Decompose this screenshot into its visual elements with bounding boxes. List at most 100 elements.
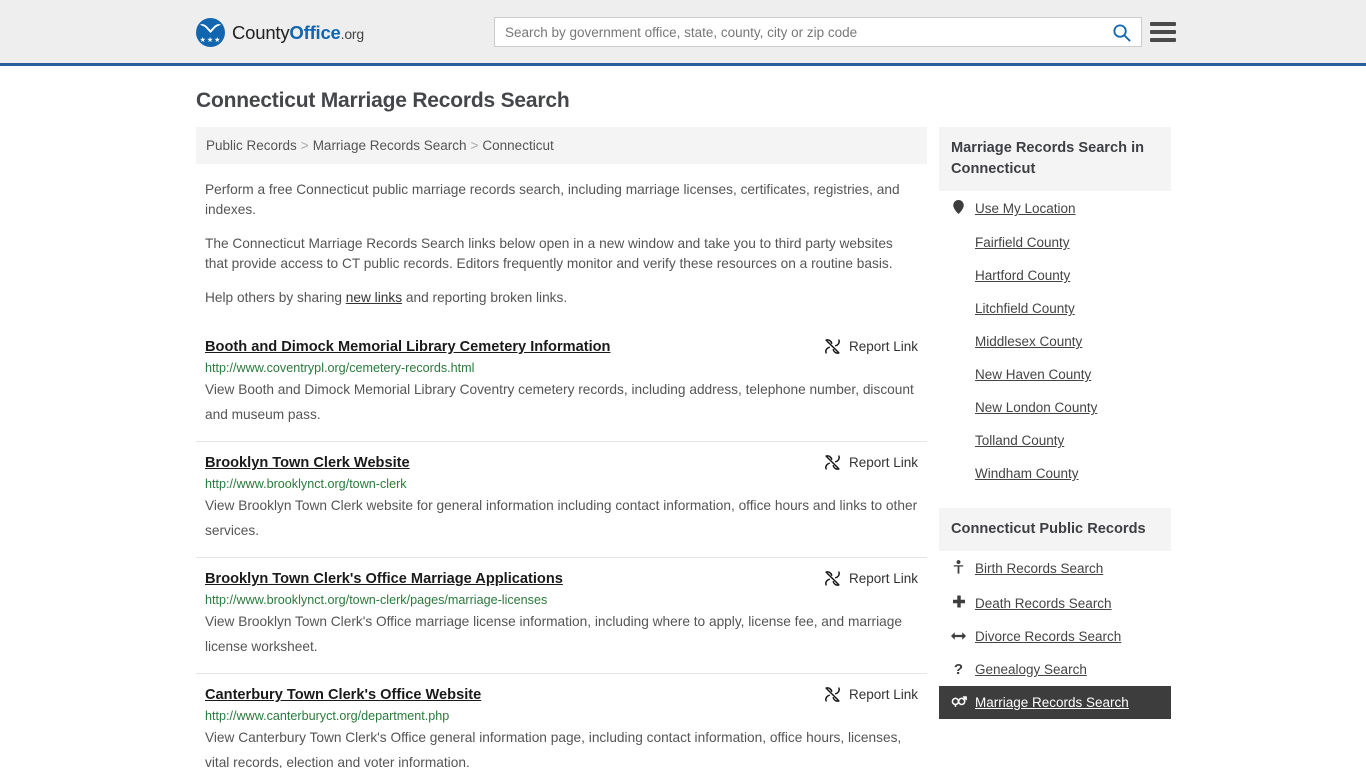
sidebar-link-birth-records-search[interactable]: Birth Records Search <box>975 561 1103 576</box>
report-link-label: Report Link <box>848 687 918 702</box>
sidebar-item-new-london-county[interactable]: New London County <box>939 391 1171 424</box>
breadcrumb-item-connecticut[interactable]: Connecticut <box>482 138 553 153</box>
sidebar-item-middlesex-county[interactable]: Middlesex County <box>939 325 1171 358</box>
sidebar-item-birth-records-search[interactable]: Birth Records Search <box>939 551 1171 586</box>
result-header: Brooklyn Town Clerk's Office Marriage Ap… <box>205 570 918 588</box>
report-link-button[interactable]: Report Link <box>824 686 918 703</box>
result-title-link[interactable]: Brooklyn Town Clerk's Office Marriage Ap… <box>205 570 563 588</box>
interlocked-gender-icon <box>951 695 967 710</box>
intro-text: Perform a free Connecticut public marria… <box>196 180 927 308</box>
result-url[interactable]: http://www.brooklynct.org/town-clerk/pag… <box>205 592 918 608</box>
result-description: View Booth and Dimock Memorial Library C… <box>205 382 914 422</box>
hamburger-bar-2 <box>1150 30 1176 34</box>
result-description: View Brooklyn Town Clerk's Office marria… <box>205 614 902 654</box>
broken-chain-icon <box>825 687 840 702</box>
result-url[interactable]: http://www.brooklynct.org/town-clerk <box>205 476 918 492</box>
logo-wordmark: CountyOffice.org <box>232 22 364 44</box>
sidebar-link-new-london-county[interactable]: New London County <box>975 400 1097 415</box>
result-description: View Canterbury Town Clerk's Office gene… <box>205 730 902 768</box>
report-link-button[interactable]: Report Link <box>824 454 918 471</box>
result-item: Brooklyn Town Clerk's Office Marriage Ap… <box>196 557 927 673</box>
counties-box-title: Marriage Records Search in Connecticut <box>939 127 1171 191</box>
map-pin-icon <box>951 200 966 217</box>
sidebar-link-new-haven-county[interactable]: New Haven County <box>975 367 1091 382</box>
result-title-link[interactable]: Canterbury Town Clerk's Office Website <box>205 686 481 704</box>
magnifier-icon <box>1112 23 1130 41</box>
intro-paragraph-2: The Connecticut Marriage Records Search … <box>205 236 893 271</box>
sidebar-item-windham-county[interactable]: Windham County <box>939 457 1171 490</box>
report-link-label: Report Link <box>848 571 918 586</box>
result-header: Canterbury Town Clerk's Office Website R… <box>205 686 918 704</box>
sidebar-link-use-my-location[interactable]: Use My Location <box>975 201 1076 216</box>
sidebar-item-divorce-records-search[interactable]: Divorce Records Search <box>939 620 1171 653</box>
breadcrumb-item-marriage-records-search[interactable]: Marriage Records Search <box>313 138 467 153</box>
report-link-button[interactable]: Report Link <box>824 338 918 355</box>
search-bar <box>494 17 1142 47</box>
report-link-label: Report Link <box>848 455 918 470</box>
result-url[interactable]: http://www.canterburyct.org/department.p… <box>205 708 918 724</box>
sidebar-link-middlesex-county[interactable]: Middlesex County <box>975 334 1082 349</box>
results-list: Booth and Dimock Memorial Library Cemete… <box>196 326 927 768</box>
intro-p3-after: and reporting broken links. <box>402 290 568 305</box>
sidebar-item-use-my-location[interactable]: Use My Location <box>939 191 1171 226</box>
result-url[interactable]: http://www.coventrypl.org/cemetery-recor… <box>205 360 918 376</box>
result-item: Booth and Dimock Memorial Library Cemete… <box>196 326 927 441</box>
sidebar-link-windham-county[interactable]: Windham County <box>975 466 1079 481</box>
sidebar-link-hartford-county[interactable]: Hartford County <box>975 268 1070 283</box>
intro-p3-before: Help others by sharing <box>205 290 346 305</box>
counties-list: Use My Location Fairfield County Hartfor… <box>939 191 1171 490</box>
sidebar-item-litchfield-county[interactable]: Litchfield County <box>939 292 1171 325</box>
page-container: Connecticut Marriage Records Search Publ… <box>0 89 1366 768</box>
breadcrumb-separator-1: > <box>300 138 309 153</box>
site-header: ★★★ CountyOffice.org <box>0 0 1366 66</box>
report-link-label: Report Link <box>848 339 918 354</box>
breadcrumb-item-public-records[interactable]: Public Records <box>206 138 297 153</box>
content-layout: Public Records > Marriage Records Search > C… <box>196 127 1171 768</box>
baby-icon <box>951 560 966 577</box>
result-item: Brooklyn Town Clerk Website Report Link … <box>196 441 927 557</box>
eagle-glyph <box>200 24 221 33</box>
report-link-button[interactable]: Report Link <box>824 570 918 587</box>
sidebar-item-marriage-records-search[interactable]: Marriage Records Search <box>939 686 1171 719</box>
intro-paragraph-1: Perform a free Connecticut public marria… <box>205 182 900 217</box>
result-title-link[interactable]: Brooklyn Town Clerk Website <box>205 454 410 472</box>
sidebar-link-death-records-search[interactable]: Death Records Search <box>975 596 1112 611</box>
sidebar-item-hartford-county[interactable]: Hartford County <box>939 259 1171 292</box>
sidebar-link-divorce-records-search[interactable]: Divorce Records Search <box>975 629 1121 644</box>
sidebar-link-tolland-county[interactable]: Tolland County <box>975 433 1064 448</box>
breadcrumb-separator-2: > <box>470 138 479 153</box>
breadcrumb: Public Records > Marriage Records Search > C… <box>196 127 927 164</box>
broken-chain-icon <box>825 339 840 354</box>
logo-stars: ★★★ <box>199 37 222 44</box>
search-button[interactable] <box>1101 18 1141 46</box>
sidebar-link-marriage-records-search[interactable]: Marriage Records Search <box>975 695 1129 710</box>
sidebar-link-fairfield-county[interactable]: Fairfield County <box>975 235 1070 250</box>
new-links-link[interactable]: new links <box>346 290 402 305</box>
hamburger-bar-3 <box>1150 38 1176 42</box>
eagle-seal-icon: ★★★ <box>196 18 225 47</box>
result-header: Brooklyn Town Clerk Website Report Link <box>205 454 918 472</box>
search-input[interactable] <box>495 18 1101 46</box>
hamburger-menu-icon[interactable] <box>1150 20 1176 44</box>
sidebar-link-genealogy-search[interactable]: Genealogy Search <box>975 662 1087 677</box>
result-item: Canterbury Town Clerk's Office Website R… <box>196 673 927 768</box>
public-records-box: Connecticut Public Records Birth Records… <box>939 508 1171 719</box>
main-column: Public Records > Marriage Records Search > C… <box>196 127 927 768</box>
page-title: Connecticut Marriage Records Search <box>196 89 570 112</box>
logo-text-office: Office <box>289 21 341 43</box>
double-arrow-icon <box>951 629 966 644</box>
sidebar-item-new-haven-county[interactable]: New Haven County <box>939 358 1171 391</box>
sidebar-item-death-records-search[interactable]: Death Records Search <box>939 586 1171 620</box>
site-logo[interactable]: ★★★ CountyOffice.org <box>196 18 364 47</box>
question-mark-icon: ? <box>953 661 964 678</box>
result-title-link[interactable]: Booth and Dimock Memorial Library Cemete… <box>205 338 610 356</box>
sidebar-item-tolland-county[interactable]: Tolland County <box>939 424 1171 457</box>
broken-chain-icon <box>825 571 840 586</box>
sidebar-item-genealogy-search[interactable]: ? Genealogy Search <box>939 653 1171 686</box>
cross-icon <box>951 595 966 611</box>
sidebar-link-litchfield-county[interactable]: Litchfield County <box>975 301 1075 316</box>
sidebar-item-fairfield-county[interactable]: Fairfield County <box>939 226 1171 259</box>
counties-box: Marriage Records Search in Connecticut U… <box>939 127 1171 490</box>
sidebar: Marriage Records Search in Connecticut U… <box>939 127 1171 719</box>
logo-text-county: County <box>232 21 290 43</box>
